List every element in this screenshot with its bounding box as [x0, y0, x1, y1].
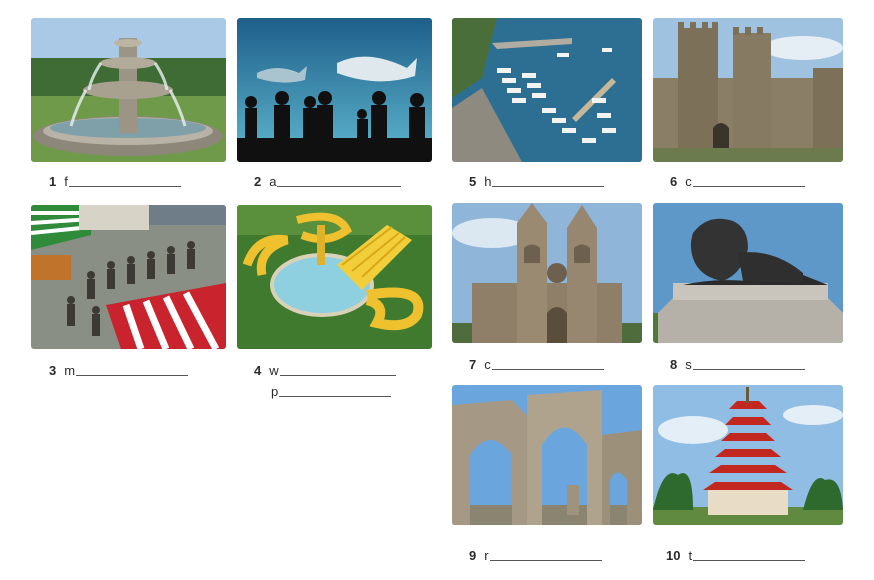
- ruins-photo: [452, 385, 642, 525]
- item-3-label: 3 m: [49, 362, 189, 378]
- answer-first-letter: a: [269, 174, 277, 189]
- item-9-label: 9 r: [469, 547, 602, 563]
- item-number: 4: [254, 363, 262, 378]
- answer-blank-2[interactable]: [279, 396, 392, 397]
- item-6-label: 6 c: [670, 173, 805, 189]
- item-number: 9: [469, 548, 477, 563]
- item-number: 7: [469, 357, 477, 372]
- answer-first-letter: h: [484, 174, 492, 189]
- item-number: 6: [670, 174, 678, 189]
- item-8-label: 8 s: [670, 356, 805, 372]
- item-number: 8: [670, 357, 678, 372]
- castle-photo: [653, 18, 843, 162]
- answer-blank[interactable]: [693, 560, 806, 561]
- answer-first-letter: r: [484, 548, 489, 563]
- harbour-photo: [452, 18, 642, 162]
- item-number: 5: [469, 174, 477, 189]
- answer-blank[interactable]: [279, 375, 396, 376]
- item-number: 1: [49, 174, 57, 189]
- answer-first-letter: s: [685, 357, 692, 372]
- item-number: 10: [666, 548, 681, 563]
- water-park-photo: [237, 205, 432, 349]
- answer-blank[interactable]: [492, 186, 605, 187]
- statue-photo: [653, 203, 843, 343]
- answer-first-letter: f: [64, 174, 68, 189]
- answer-blank[interactable]: [68, 186, 181, 187]
- answer-blank[interactable]: [76, 375, 189, 376]
- item-number: 2: [254, 174, 262, 189]
- answer-first-letter: c: [685, 174, 692, 189]
- item-1-label: 1 f: [49, 173, 181, 189]
- answer-second-letter: p: [271, 384, 279, 399]
- answer-first-letter: w: [269, 363, 279, 378]
- aquarium-photo: [237, 18, 432, 162]
- answer-first-letter: m: [64, 363, 76, 378]
- answer-blank[interactable]: [277, 186, 402, 187]
- item-4-label: 4 w: [254, 362, 396, 378]
- answer-first-letter: c: [484, 357, 491, 372]
- answer-first-letter: t: [688, 548, 693, 563]
- answer-blank[interactable]: [491, 369, 604, 370]
- answer-blank[interactable]: [692, 369, 805, 370]
- cathedral-photo: [452, 203, 642, 343]
- temple-photo: [653, 385, 843, 525]
- item-2-label: 2 a: [254, 173, 402, 189]
- item-number: 3: [49, 363, 57, 378]
- item-5-label: 5 h: [469, 173, 605, 189]
- market-photo: [31, 205, 226, 349]
- item-10-label: 10 t: [666, 547, 806, 563]
- fountain-photo: [31, 18, 226, 162]
- answer-blank[interactable]: [489, 560, 602, 561]
- item-7-label: 7 c: [469, 356, 604, 372]
- answer-blank[interactable]: [692, 186, 805, 187]
- item-4-second-label: p: [271, 383, 392, 399]
